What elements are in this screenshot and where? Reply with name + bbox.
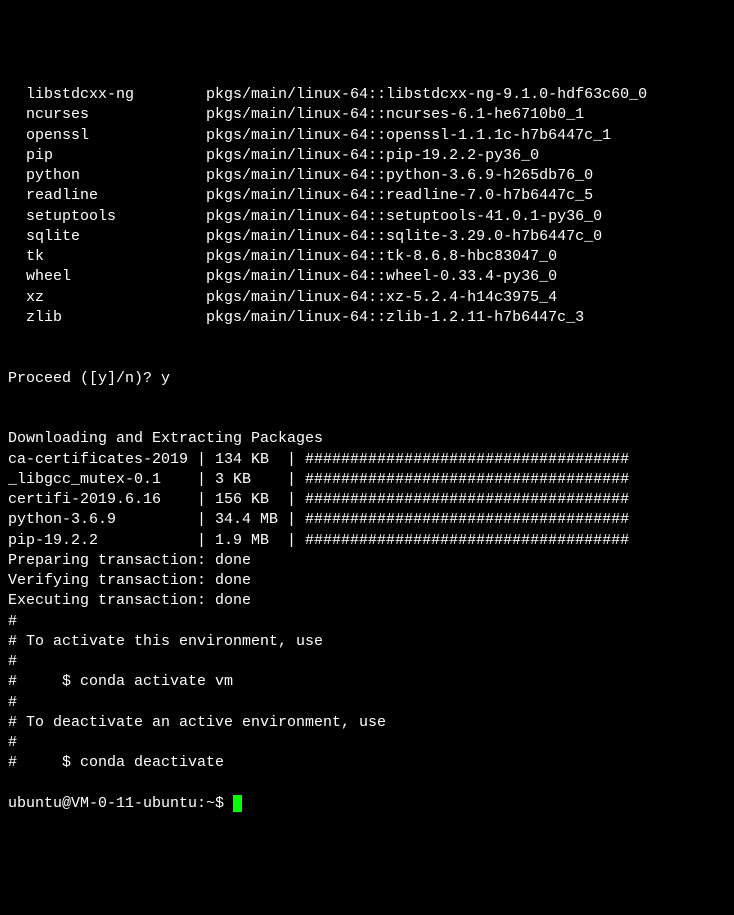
transaction-line: Preparing transaction: done (8, 551, 726, 571)
cursor-icon (233, 795, 242, 812)
instruction-line: # $ conda deactivate (8, 753, 726, 773)
package-row: wheel pkgs/main/linux-64::wheel-0.33.4-p… (8, 267, 726, 287)
instruction-line: # (8, 652, 726, 672)
download-row: certifi-2019.6.16 | 156 KB | ###########… (8, 490, 726, 510)
transaction-line: Verifying transaction: done (8, 571, 726, 591)
package-row: sqlite pkgs/main/linux-64::sqlite-3.29.0… (8, 227, 726, 247)
instruction-line: # (8, 733, 726, 753)
shell-prompt[interactable]: ubuntu@VM-0-11-ubuntu:~$ (8, 794, 726, 814)
instruction-line: # $ conda activate vm (8, 672, 726, 692)
instruction-line: # (8, 612, 726, 632)
instruction-line: # To activate this environment, use (8, 632, 726, 652)
terminal-output[interactable]: libstdcxx-ng pkgs/main/linux-64::libstdc… (8, 85, 726, 814)
package-row: openssl pkgs/main/linux-64::openssl-1.1.… (8, 126, 726, 146)
instruction-line: # (8, 693, 726, 713)
package-row: python pkgs/main/linux-64::python-3.6.9-… (8, 166, 726, 186)
proceed-prompt: Proceed ([y]/n)? y (8, 369, 726, 389)
package-row: tk pkgs/main/linux-64::tk-8.6.8-hbc83047… (8, 247, 726, 267)
package-row: setuptools pkgs/main/linux-64::setuptool… (8, 207, 726, 227)
package-row: libstdcxx-ng pkgs/main/linux-64::libstdc… (8, 85, 726, 105)
package-row: pip pkgs/main/linux-64::pip-19.2.2-py36_… (8, 146, 726, 166)
download-row: ca-certificates-2019 | 134 KB | ########… (8, 450, 726, 470)
package-row: zlib pkgs/main/linux-64::zlib-1.2.11-h7b… (8, 308, 726, 328)
download-row: _libgcc_mutex-0.1 | 3 KB | #############… (8, 470, 726, 490)
downloading-header: Downloading and Extracting Packages (8, 429, 726, 449)
prompt-text: ubuntu@VM-0-11-ubuntu:~$ (8, 795, 233, 812)
package-row: xz pkgs/main/linux-64::xz-5.2.4-h14c3975… (8, 288, 726, 308)
download-row: python-3.6.9 | 34.4 MB | ###############… (8, 510, 726, 530)
package-row: ncurses pkgs/main/linux-64::ncurses-6.1-… (8, 105, 726, 125)
package-row: readline pkgs/main/linux-64::readline-7.… (8, 186, 726, 206)
transaction-line: Executing transaction: done (8, 591, 726, 611)
download-row: pip-19.2.2 | 1.9 MB | ##################… (8, 531, 726, 551)
